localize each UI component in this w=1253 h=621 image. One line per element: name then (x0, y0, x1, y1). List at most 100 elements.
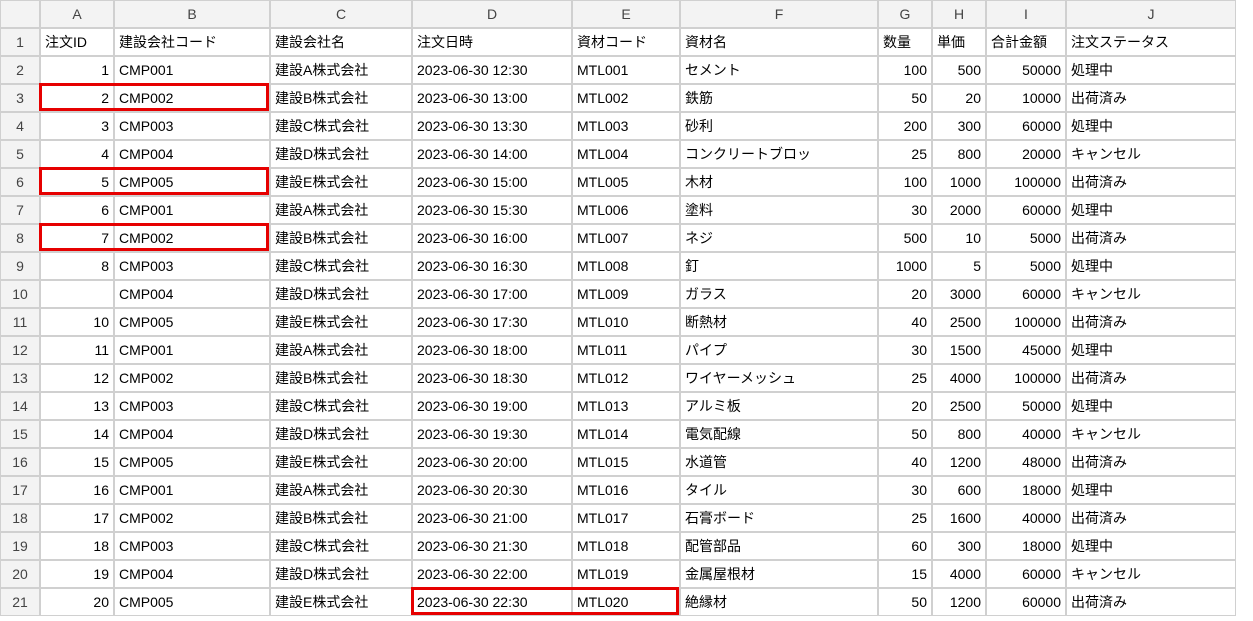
cell-C18[interactable]: 建設B株式会社 (270, 504, 412, 532)
cell-A5[interactable]: 4 (40, 140, 114, 168)
cell-G18[interactable]: 25 (878, 504, 932, 532)
cell-B9[interactable]: CMP003 (114, 252, 270, 280)
cell-D21[interactable]: 2023-06-30 22:30 (412, 588, 572, 616)
cell-D19[interactable]: 2023-06-30 21:30 (412, 532, 572, 560)
cell-I17[interactable]: 18000 (986, 476, 1066, 504)
cell-G14[interactable]: 20 (878, 392, 932, 420)
cell-G16[interactable]: 40 (878, 448, 932, 476)
cell-I8[interactable]: 5000 (986, 224, 1066, 252)
cell-A12[interactable]: 11 (40, 336, 114, 364)
cell-G5[interactable]: 25 (878, 140, 932, 168)
header-cell-A[interactable]: 注文ID (40, 28, 114, 56)
cell-J11[interactable]: 出荷済み (1066, 308, 1236, 336)
cell-I7[interactable]: 60000 (986, 196, 1066, 224)
cell-E2[interactable]: MTL001 (572, 56, 680, 84)
cell-H7[interactable]: 2000 (932, 196, 986, 224)
cell-J3[interactable]: 出荷済み (1066, 84, 1236, 112)
cell-C13[interactable]: 建設B株式会社 (270, 364, 412, 392)
col-header-J[interactable]: J (1066, 0, 1236, 28)
cell-B7[interactable]: CMP001 (114, 196, 270, 224)
row-header-11[interactable]: 11 (0, 308, 40, 336)
cell-G11[interactable]: 40 (878, 308, 932, 336)
row-header-14[interactable]: 14 (0, 392, 40, 420)
header-cell-E[interactable]: 資材コード (572, 28, 680, 56)
cell-H5[interactable]: 800 (932, 140, 986, 168)
cell-C8[interactable]: 建設B株式会社 (270, 224, 412, 252)
col-header-C[interactable]: C (270, 0, 412, 28)
cell-E13[interactable]: MTL012 (572, 364, 680, 392)
cell-I11[interactable]: 100000 (986, 308, 1066, 336)
cell-G21[interactable]: 50 (878, 588, 932, 616)
cell-I20[interactable]: 60000 (986, 560, 1066, 588)
col-header-I[interactable]: I (986, 0, 1066, 28)
cell-A19[interactable]: 18 (40, 532, 114, 560)
cell-I9[interactable]: 5000 (986, 252, 1066, 280)
cell-F14[interactable]: アルミ板 (680, 392, 878, 420)
cell-F3[interactable]: 鉄筋 (680, 84, 878, 112)
col-header-A[interactable]: A (40, 0, 114, 28)
cell-C20[interactable]: 建設D株式会社 (270, 560, 412, 588)
header-cell-F[interactable]: 資材名 (680, 28, 878, 56)
cell-C12[interactable]: 建設A株式会社 (270, 336, 412, 364)
cell-G3[interactable]: 50 (878, 84, 932, 112)
cell-E5[interactable]: MTL004 (572, 140, 680, 168)
header-cell-I[interactable]: 合計金額 (986, 28, 1066, 56)
cell-F4[interactable]: 砂利 (680, 112, 878, 140)
cell-A3[interactable]: 2 (40, 84, 114, 112)
cell-E8[interactable]: MTL007 (572, 224, 680, 252)
cell-A10[interactable] (40, 280, 114, 308)
row-header-12[interactable]: 12 (0, 336, 40, 364)
cell-G12[interactable]: 30 (878, 336, 932, 364)
cell-D18[interactable]: 2023-06-30 21:00 (412, 504, 572, 532)
row-header-8[interactable]: 8 (0, 224, 40, 252)
cell-I5[interactable]: 20000 (986, 140, 1066, 168)
cell-C14[interactable]: 建設C株式会社 (270, 392, 412, 420)
cell-C9[interactable]: 建設C株式会社 (270, 252, 412, 280)
row-header-9[interactable]: 9 (0, 252, 40, 280)
cell-C10[interactable]: 建設D株式会社 (270, 280, 412, 308)
cell-G19[interactable]: 60 (878, 532, 932, 560)
cell-J9[interactable]: 処理中 (1066, 252, 1236, 280)
cell-H4[interactable]: 300 (932, 112, 986, 140)
cell-J16[interactable]: 出荷済み (1066, 448, 1236, 476)
cell-D15[interactable]: 2023-06-30 19:30 (412, 420, 572, 448)
cell-A6[interactable]: 5 (40, 168, 114, 196)
cell-C5[interactable]: 建設D株式会社 (270, 140, 412, 168)
cell-D12[interactable]: 2023-06-30 18:00 (412, 336, 572, 364)
cell-A20[interactable]: 19 (40, 560, 114, 588)
cell-D17[interactable]: 2023-06-30 20:30 (412, 476, 572, 504)
cell-A8[interactable]: 7 (40, 224, 114, 252)
cell-H2[interactable]: 500 (932, 56, 986, 84)
cell-A16[interactable]: 15 (40, 448, 114, 476)
cell-F19[interactable]: 配管部品 (680, 532, 878, 560)
cell-A2[interactable]: 1 (40, 56, 114, 84)
cell-A13[interactable]: 12 (40, 364, 114, 392)
cell-H3[interactable]: 20 (932, 84, 986, 112)
cell-D8[interactable]: 2023-06-30 16:00 (412, 224, 572, 252)
cell-E15[interactable]: MTL014 (572, 420, 680, 448)
cell-D7[interactable]: 2023-06-30 15:30 (412, 196, 572, 224)
cell-C19[interactable]: 建設C株式会社 (270, 532, 412, 560)
cell-D11[interactable]: 2023-06-30 17:30 (412, 308, 572, 336)
cell-A7[interactable]: 6 (40, 196, 114, 224)
cell-F2[interactable]: セメント (680, 56, 878, 84)
cell-J13[interactable]: 出荷済み (1066, 364, 1236, 392)
header-cell-J[interactable]: 注文ステータス (1066, 28, 1236, 56)
cell-C6[interactable]: 建設E株式会社 (270, 168, 412, 196)
cell-J19[interactable]: 処理中 (1066, 532, 1236, 560)
cell-B13[interactable]: CMP002 (114, 364, 270, 392)
header-cell-C[interactable]: 建設会社名 (270, 28, 412, 56)
cell-D16[interactable]: 2023-06-30 20:00 (412, 448, 572, 476)
cell-H14[interactable]: 2500 (932, 392, 986, 420)
spreadsheet-grid[interactable]: ABCDEFGHIJ1注文ID建設会社コード建設会社名注文日時資材コード資材名数… (0, 0, 1253, 616)
cell-G2[interactable]: 100 (878, 56, 932, 84)
cell-J4[interactable]: 処理中 (1066, 112, 1236, 140)
cell-J21[interactable]: 出荷済み (1066, 588, 1236, 616)
cell-C15[interactable]: 建設D株式会社 (270, 420, 412, 448)
cell-I6[interactable]: 100000 (986, 168, 1066, 196)
corner-cell[interactable] (0, 0, 40, 28)
cell-I4[interactable]: 60000 (986, 112, 1066, 140)
cell-G10[interactable]: 20 (878, 280, 932, 308)
cell-F16[interactable]: 水道管 (680, 448, 878, 476)
cell-B17[interactable]: CMP001 (114, 476, 270, 504)
